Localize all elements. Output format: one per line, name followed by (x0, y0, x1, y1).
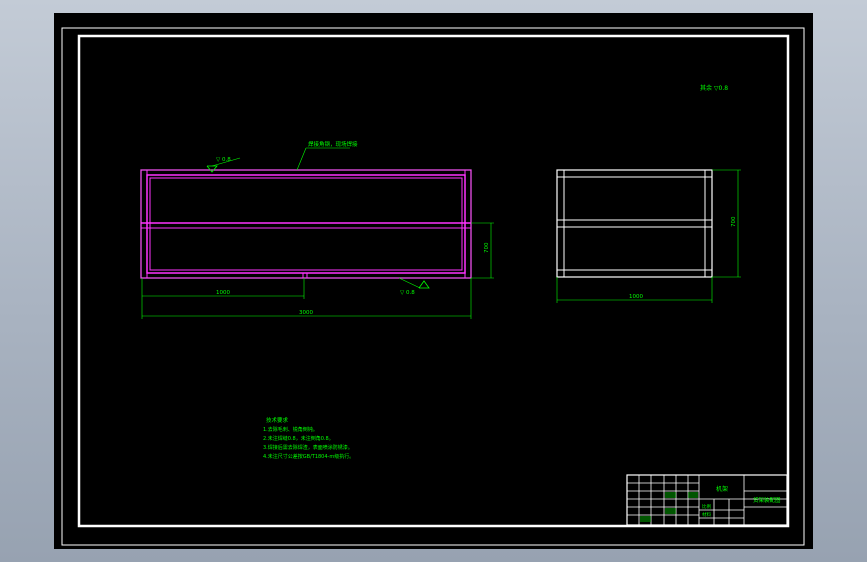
cad-drawing: 其余 ▽0.8 ▽ 0.8 焊接角钢，现场焊接 700 ▽ 0.8 1000 3… (61, 27, 805, 546)
front-dim-partial: 1000 (141, 278, 305, 319)
side-left-post (556, 169, 565, 278)
tech-req-line: 3.焊接后需去除焊渣，表面喷涂防锈漆。 (263, 444, 353, 451)
scale-label: 比例 (702, 503, 711, 510)
material-label: 材料 (702, 511, 711, 518)
technical-requirements: 技术要求 1.去除毛刺、锐角倒钝。 2.未注焊缝0.8，未注倒角0.8。 3.焊… (263, 416, 354, 460)
drawing-title: 货架装配图 (753, 496, 781, 504)
side-bottom-rail (556, 269, 713, 278)
svg-text:其余 ▽0.8: 其余 ▽0.8 (700, 84, 728, 92)
side-top-rail (556, 169, 713, 178)
front-callout-top: 焊接角钢，现场焊接 (296, 140, 358, 171)
side-dim-height: 700 (712, 169, 741, 278)
title-block-text: 机架 货架装配图 比例 材料 (640, 485, 781, 522)
svg-text:3000: 3000 (299, 310, 313, 316)
side-dim-width: 1000 (556, 277, 713, 303)
svg-text:700: 700 (731, 216, 737, 227)
svg-text:700: 700 (484, 242, 490, 253)
tech-req-line: 4.未注尺寸公差按GB/T1804-m级执行。 (263, 453, 354, 460)
front-frame-member (146, 174, 466, 274)
front-frame-inner (149, 177, 463, 271)
front-view: ▽ 0.8 焊接角钢，现场焊接 700 ▽ 0.8 1000 3000 (140, 140, 494, 319)
side-view: 700 1000 (556, 169, 741, 303)
front-left-post (140, 169, 148, 279)
front-weld-symbol-bottom: ▽ 0.8 (398, 277, 430, 296)
svg-text:1000: 1000 (629, 294, 643, 300)
front-dim-height: 700 (471, 222, 494, 279)
outer-sheet-border (61, 27, 805, 546)
svg-text:焊接角钢，现场焊接: 焊接角钢，现场焊接 (308, 140, 358, 148)
side-right-post (704, 169, 713, 278)
side-middle-rail (556, 219, 713, 228)
svg-text:1000: 1000 (216, 290, 230, 296)
svg-text:▽ 0.8: ▽ 0.8 (216, 157, 231, 163)
roughness-note: 其余 ▽0.8 (700, 84, 728, 92)
part-name: 机架 (716, 485, 728, 493)
tech-req-line: 2.未注焊缝0.8，未注倒角0.8。 (263, 435, 334, 442)
cad-viewport[interactable]: 其余 ▽0.8 ▽ 0.8 焊接角钢，现场焊接 700 ▽ 0.8 1000 3… (54, 13, 813, 549)
svg-text:▽ 0.8: ▽ 0.8 (400, 290, 415, 296)
front-frame-outline (140, 169, 472, 279)
side-frame-outline (556, 169, 713, 278)
front-right-post (464, 169, 472, 279)
tech-req-line: 1.去除毛刺、锐角倒钝。 (263, 426, 318, 433)
tech-req-title: 技术要求 (266, 416, 289, 424)
inner-sheet-border (77, 34, 790, 528)
